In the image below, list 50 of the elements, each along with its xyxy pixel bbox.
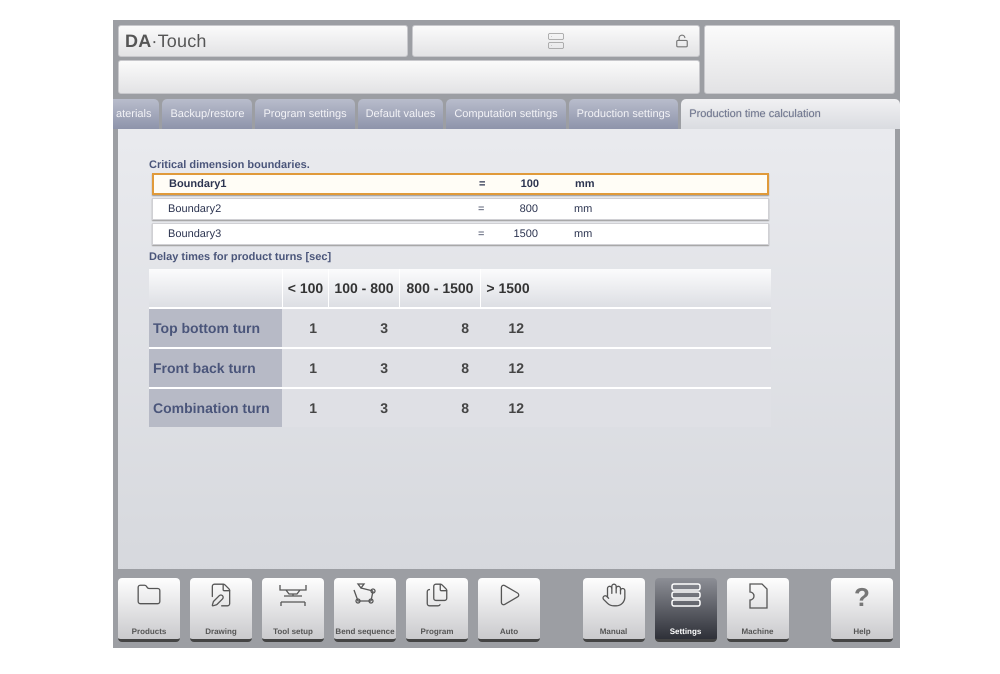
table-cell-text: 12 (507, 319, 525, 338)
boundary-label: Boundary1 (168, 178, 228, 190)
boundary-label: Boundary3 (167, 228, 222, 240)
nav-button[interactable]: Manual (582, 578, 644, 642)
press-tool-icon (278, 582, 308, 608)
table-cell-text: 3 (379, 319, 389, 338)
nav-button[interactable]: Settings (654, 578, 716, 642)
list-icon (670, 582, 702, 608)
boundary-value: 1500 (512, 228, 538, 240)
nav-button[interactable]: Auto (478, 578, 540, 642)
unit-label: mm (575, 178, 595, 190)
table-cell-text: 8 (460, 359, 470, 378)
boundary-value: 100 (520, 178, 539, 190)
row-label: Top bottom turn (149, 309, 282, 347)
table-cell-text: 12 (507, 359, 525, 378)
unit-label: mm (574, 228, 592, 240)
boundary-row[interactable]: Boundary1 = 100 mm (152, 173, 769, 195)
unit-label: mm (574, 203, 592, 215)
table-cell-text: 8 (460, 319, 470, 338)
boundary-label: Boundary2 (167, 203, 222, 215)
table-cell-text: 1 (308, 359, 318, 378)
logo-text: DA·Touch (124, 30, 207, 52)
boundary-row[interactable]: Boundary2 = 800 mm (152, 198, 769, 220)
nav-button[interactable]: Products (118, 578, 180, 642)
nav-button[interactable]: Drawing (190, 578, 252, 642)
documents-icon (424, 582, 450, 608)
settings-tab[interactable]: Production time calculation (681, 99, 900, 129)
table-cell-text: 3 (379, 399, 389, 418)
row-label: Front back turn (149, 349, 282, 387)
table-cell-text: 8 (460, 399, 470, 418)
nav-button[interactable]: Tool setup (262, 578, 324, 642)
table-cell-text: 3 (379, 359, 389, 378)
hand-icon (600, 582, 626, 608)
boundary-value: 800 (518, 203, 538, 215)
section-title: Critical dimension boundaries. (149, 159, 311, 171)
equals-sign: = (478, 228, 486, 240)
section-title: Delay times for product turns [sec] (149, 251, 332, 263)
nav-button[interactable]: Program (406, 578, 468, 642)
nav-button[interactable]: ? Help (831, 578, 893, 642)
equals-sign: = (479, 178, 486, 190)
boundary-row[interactable]: Boundary3 = 1500 mm (152, 223, 769, 245)
table-cell-text: 12 (507, 399, 525, 418)
device-icon (547, 32, 565, 50)
table-cell-text: 1 (308, 319, 318, 338)
row-label: Combination turn (149, 389, 282, 427)
table-cell-text: 1 (308, 399, 318, 418)
nav-button[interactable]: Bend sequence (334, 578, 396, 642)
nav-button[interactable]: Machine (726, 578, 788, 642)
help-icon: ? (854, 582, 870, 612)
equals-sign: = (478, 203, 486, 215)
